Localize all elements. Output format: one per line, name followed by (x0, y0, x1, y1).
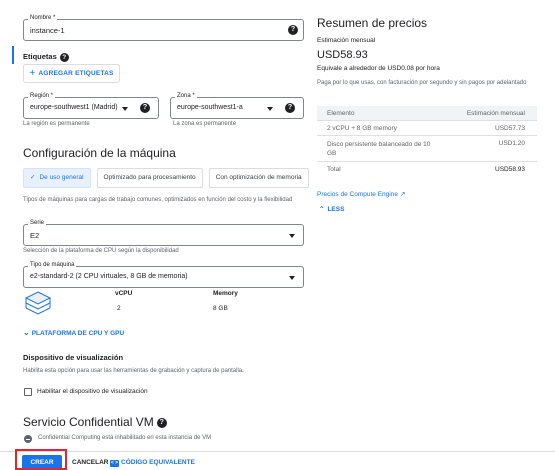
zone-value: europe-southwest1-a (177, 104, 243, 111)
pricing-table: Elemento Estimación mensual 2 vCPU + 8 G… (317, 106, 537, 176)
header-item: Elemento (327, 110, 355, 117)
region-hint: La región es permanente (23, 121, 90, 127)
series-label: Serie (28, 219, 47, 227)
compute-engine-pricing-link[interactable]: Precios de Compute Engine ↗ (317, 190, 405, 198)
tab-label: Con optimización de memoria (215, 174, 302, 181)
less-label: LESS (327, 206, 345, 213)
labels-title-text: Etiquetas (23, 52, 57, 61)
equivalent-code-label: CÓDIGO EQUIVALENTE (121, 459, 195, 466)
external-link-icon: ↗ (399, 191, 406, 198)
display-device-checkbox[interactable] (24, 388, 32, 396)
cpu-platform-expander[interactable]: ⌄ PLATAFORMA DE CPU Y GPU (23, 328, 124, 337)
memory-value: 8 GB (213, 305, 228, 312)
monthly-estimate-label: Estimación mensual (317, 37, 376, 44)
name-field-value[interactable]: instance-1 (30, 26, 65, 35)
hourly-estimate: Equivale a alrededor de USD0.08 por hora (317, 65, 440, 72)
pricing-row-item: 2 vCPU + 8 GB memory (327, 125, 397, 132)
tab-compute-optimized[interactable]: Optimizado para procesamiento (96, 168, 203, 188)
series-hint: Selección de la plataforma de CPU según … (23, 248, 179, 254)
disabled-status-icon (24, 435, 32, 443)
pricing-row-cost: USD57.73 (495, 125, 525, 132)
tab-label: De uso general (39, 174, 84, 181)
pricing-row-cost: USD1.20 (498, 140, 525, 147)
display-device-title: Dispositivo de visualización (23, 353, 124, 362)
display-device-checkbox-label[interactable]: Habilitar el dispositivo de visualizació… (37, 388, 148, 395)
code-icon: < > (110, 460, 119, 467)
name-field-label: Nombre * (28, 14, 58, 22)
left-accent-bar (12, 46, 14, 64)
vcpu-header: vCPU (115, 290, 133, 297)
pricing-total-row: Total USD58.93 (317, 162, 537, 176)
machine-type-select[interactable]: Tipo de máquina e2-standard-2 (2 CPU vir… (23, 261, 304, 288)
help-icon[interactable]: ? (59, 52, 69, 62)
chevron-down-icon: ⌄ (23, 328, 30, 337)
vcpu-value: 2 (117, 305, 121, 312)
tab-memory-optimized[interactable]: Con optimización de memoria (208, 168, 309, 188)
pricing-link-label: Precios de Compute Engine (317, 191, 398, 198)
zone-select[interactable]: Zona * europe-southwest1-a ? (170, 92, 304, 119)
header-cost: Estimación mensual (466, 110, 525, 117)
create-button-highlight (15, 449, 67, 470)
pricing-table-header: Elemento Estimación mensual (317, 106, 537, 121)
confidential-vm-title: Servicio Confidential VM? (23, 415, 167, 429)
pricing-row-item: Disco persistente balanceado de 10 GB (327, 141, 431, 157)
plus-icon: + (29, 68, 36, 79)
chevron-down-icon[interactable] (289, 276, 295, 280)
tab-general-purpose[interactable]: ✓ De uso general (23, 168, 91, 188)
check-icon: ✓ (30, 174, 36, 181)
monthly-estimate-value: USD58.93 (317, 49, 368, 61)
display-device-description: Habilita esta opción para usar las herra… (23, 368, 244, 374)
region-select[interactable]: Región * europe-southwest1 (Madrid) ? (23, 92, 159, 119)
billing-note: Paga por lo que usas, con facturación po… (317, 80, 527, 86)
chevron-down-icon[interactable] (122, 107, 128, 111)
series-select[interactable]: Serie E2 (23, 219, 304, 246)
pricing-row: 2 vCPU + 8 GB memory USD57.73 (317, 121, 537, 136)
machine-family-tabs: ✓ De uso general Optimizado para procesam… (23, 168, 309, 188)
pricing-row: Disco persistente balanceado de 10 GB US… (317, 136, 537, 162)
zone-hint: La zona es permanente (173, 121, 237, 127)
cancel-button[interactable]: CANCELAR (72, 459, 108, 466)
total-label: Total (327, 166, 341, 173)
name-field[interactable]: Nombre * instance-1 ? (23, 14, 304, 41)
help-icon[interactable]: ? (288, 25, 298, 35)
equivalent-code-button[interactable]: < > CÓDIGO EQUIVALENTE (110, 459, 195, 467)
cpu-platform-label: PLATAFORMA DE CPU Y GPU (31, 330, 125, 337)
less-toggle[interactable]: ⌃ LESS (319, 205, 344, 213)
add-labels-button[interactable]: + AGREGAR ETIQUETAS (23, 64, 120, 83)
confidential-vm-status: Confidential Computing está inhabilitado… (38, 435, 212, 441)
chevron-down-icon[interactable] (267, 107, 273, 111)
pricing-summary-title: Resumen de precios (317, 16, 428, 30)
machine-type-label: Tipo de máquina (28, 261, 77, 269)
help-icon[interactable]: ? (285, 103, 295, 113)
zone-label: Zona * (175, 92, 197, 100)
memory-header: Memory (213, 290, 238, 297)
chip-stack-icon (24, 291, 52, 315)
confidential-vm-title-text: Servicio Confidential VM (23, 415, 154, 429)
region-label: Región * (28, 92, 56, 100)
region-value: europe-southwest1 (Madrid) (30, 104, 118, 111)
help-icon[interactable]: ? (156, 418, 167, 428)
labels-title: Etiquetas? (23, 52, 69, 62)
chevron-down-icon[interactable] (289, 234, 295, 238)
machine-type-value: e2-standard-2 (2 CPU virtuales, 8 GB de … (30, 273, 188, 280)
machine-config-title: Configuración de la máquina (23, 146, 176, 160)
machine-family-description: Tipos de máquinas para cargas de trabajo… (23, 197, 293, 203)
add-labels-label: AGREGAR ETIQUETAS (38, 70, 114, 77)
help-icon[interactable]: ? (140, 103, 150, 113)
tab-label: Optimizado para procesamiento (103, 174, 196, 181)
chevron-up-icon: ⌃ (319, 206, 325, 213)
series-value: E2 (30, 231, 40, 240)
total-value: USD58.93 (495, 166, 525, 173)
